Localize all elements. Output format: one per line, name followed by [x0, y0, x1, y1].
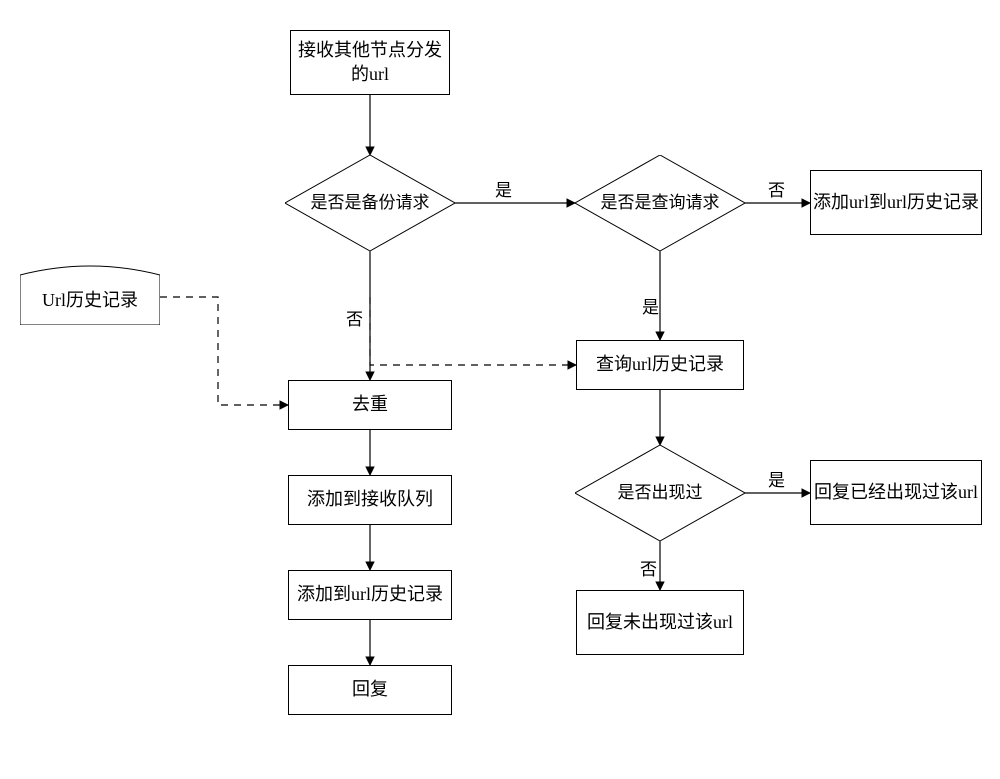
node-appeared-label: 是否出现过: [598, 482, 723, 503]
label-no-2: 否: [346, 305, 363, 330]
node-reply-appeared-label: 回复已经出现过该url: [814, 481, 978, 504]
node-reply-appeared: 回复已经出现过该url: [810, 460, 982, 525]
node-reply: 回复: [288, 665, 452, 715]
flow-connectors: [0, 0, 1000, 779]
node-add-url-history-label: 添加到url历史记录: [297, 583, 443, 606]
node-is-query: 是否是查询请求: [575, 155, 745, 251]
node-reply-label: 回复: [352, 678, 388, 701]
node-receive: 接收其他节点分发的url: [290, 30, 450, 95]
node-appeared: 是否出现过: [575, 445, 745, 541]
node-add-queue: 添加到接收队列: [288, 475, 452, 525]
node-reply-not-appeared-label: 回复未出现过该url: [587, 611, 733, 634]
node-is-query-label: 是否是查询请求: [581, 192, 740, 213]
node-is-backup-label: 是否是备份请求: [291, 192, 450, 213]
node-reply-not-appeared: 回复未出现过该url: [576, 590, 744, 655]
node-url-history-label: Url历史记录: [42, 278, 138, 312]
node-dedup: 去重: [288, 380, 452, 430]
node-url-history: Url历史记录: [20, 265, 160, 325]
node-add-queue-label: 添加到接收队列: [307, 488, 433, 511]
node-add-history-label: 添加url到url历史记录: [813, 191, 979, 214]
node-add-history: 添加url到url历史记录: [810, 170, 982, 235]
node-query-history: 查询url历史记录: [576, 340, 744, 390]
label-yes-2: 是: [642, 293, 659, 318]
node-add-url-history: 添加到url历史记录: [288, 570, 452, 620]
label-no-1: 否: [768, 176, 785, 201]
label-yes-1: 是: [495, 176, 512, 201]
label-yes-3: 是: [768, 466, 785, 491]
node-is-backup: 是否是备份请求: [285, 155, 455, 251]
node-dedup-label: 去重: [352, 393, 388, 416]
node-query-history-label: 查询url历史记录: [596, 353, 724, 376]
label-no-3: 否: [640, 555, 657, 580]
node-receive-label: 接收其他节点分发的url: [291, 39, 449, 86]
